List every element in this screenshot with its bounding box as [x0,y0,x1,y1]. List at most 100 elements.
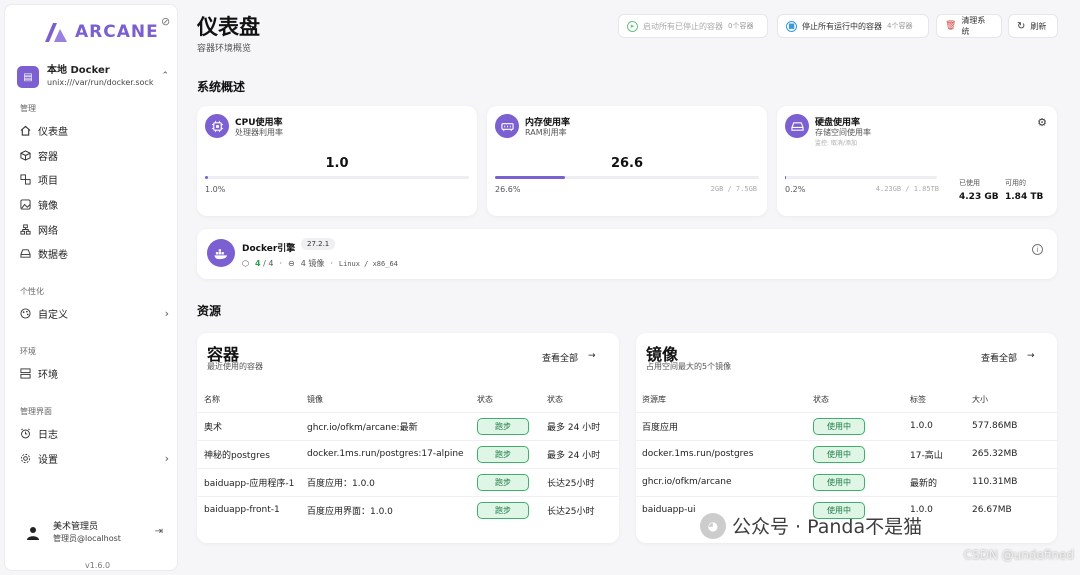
server-icon: ▤ [17,66,39,88]
server-icon [19,367,31,379]
disk-used: 已使用 4.23 GB [959,176,999,204]
disk-subtitle: 存储空间使用率 [815,128,871,137]
environment-switcher[interactable]: ▤ 本地 Docker unix:///var/run/docker.sock … [17,63,175,91]
sidebar-item-projects[interactable]: 项目 [15,169,175,189]
disk-available: 可用的 1.84 TB [1005,176,1043,204]
cpu-subtitle: 处理器利用率 [235,128,283,137]
play-icon: ▸ [627,20,638,32]
table-row[interactable]: baiduapp-应用程序-1 百度应用：1.0.0 跑步 长达25小时 [197,467,619,496]
stop-all-button[interactable]: ■ 停止所有运行中的容器 4个容器 [777,14,929,38]
sidebar-item-dashboard[interactable]: 仪表盘 [15,120,175,140]
sidebar-item-label: 镜像 [38,200,58,212]
container-image: docker.1ms.run/postgres:17-alpine [307,439,477,468]
box-icon [19,149,31,161]
memory-subtitle: RAM利用率 [525,128,567,137]
wechat-watermark: ◕ 公众号 · Panda不是猫 [700,512,922,539]
table-row[interactable]: 百度应用 使用中 1.0.0 577.86MB [636,411,1057,440]
gear-icon [19,452,31,464]
user-role: 管理员@localhost [53,534,121,543]
disk-available-label: 可用的 [1005,179,1026,187]
total-count: / 4 [263,259,274,268]
containers-view-all-link[interactable]: 查看全部 → [542,351,596,364]
image-repository: docker.1ms.run/postgres [636,439,813,468]
status-badge: 使用中 [813,473,865,491]
cpu-progress-fill [205,176,208,179]
sidebar-item-label: 网络 [38,225,58,237]
column-header: 资源库 [642,395,666,405]
container-uptime: 最多 24 小时 [547,439,619,468]
running-count: 4 [254,259,261,268]
table-row[interactable]: 神秘的postgres docker.1ms.run/postgres:17-a… [197,439,619,468]
sidebar-item-label: 环境 [38,369,58,381]
sidebar-item-label: 项目 [38,175,58,187]
image-size: 265.32MB [972,439,1057,468]
start-all-button[interactable]: ▸ 启动所有已停止的容器 0个容器 [618,14,768,38]
sidebar-item-label: 自定义 [38,309,68,321]
disk-progress [785,176,937,179]
sidebar-item-label: 设置 [38,454,58,466]
table-row[interactable]: docker.1ms.run/postgres 使用中 17-高山 265.32… [636,439,1057,468]
column-header: 镜像 [307,395,323,405]
column-header: 大小 [972,395,988,405]
csdn-watermark: CSDN @undefined [963,548,1074,562]
column-header: 状态 [547,395,563,405]
info-icon[interactable]: i [1032,244,1043,255]
image-count: 4 镜像 [300,259,325,268]
refresh-button[interactable]: ↻ 刷新 [1008,14,1058,38]
image-tag: 最新的 [910,467,972,496]
memory-detail: 2GB / 7.5GB [710,185,757,193]
palette-icon [19,307,31,319]
docker-icon [207,239,235,267]
engine-title: Docker引擎 [242,244,296,254]
status-badge: 跑步 [477,417,529,435]
column-header: 名称 [204,395,220,405]
images-view-all-link[interactable]: 查看全部 → [981,351,1035,364]
logout-icon[interactable]: ⇥ [155,526,163,537]
table-row[interactable]: baiduapp-front-1 百度应用界面：1.0.0 跑步 长达25小时 [197,495,619,524]
table-row[interactable]: 奥术 ghcr.io/ofkm/arcane:最新 跑步 最多 24 小时 [197,411,619,440]
image-icon [19,198,31,210]
sidebar-item-settings[interactable]: 设置 › [15,448,175,468]
sidebar-item-volumes[interactable]: 数据卷 [15,243,175,263]
page-title: 仪表盘 [197,15,260,39]
section-label-admin: 管理界面 [20,407,52,416]
engine-meta: ⬡ 4 / 4 · ⊖ 4 镜像 · Linux / x86_64 [242,259,398,268]
arcane-logo-icon [45,23,67,42]
page-subtitle: 容器环境概览 [197,44,252,54]
memory-value: 26.6 [610,156,644,171]
table-row[interactable]: ghcr.io/ofkm/arcane 使用中 最新的 110.31MB [636,467,1057,496]
prune-button[interactable]: 🗑 清理系统 [936,14,1002,38]
sidebar-item-networks[interactable]: 网络 [15,219,175,239]
logo-text: ARCANE [75,22,159,42]
status-badge: 跑步 [477,445,529,463]
containers-subtitle: 最近使用的容器 [207,362,263,371]
logo[interactable]: ARCANE [43,21,159,43]
container-image: 百度应用：1.0.0 [307,467,477,496]
cpu-card: CPU使用率 处理器利用率 1.0 1.0% [197,106,477,216]
sidebar-item-logs[interactable]: 日志 [15,423,175,443]
user-menu[interactable]: 美术管理员 管理员@localhost ⇥ [25,519,175,547]
container-image: ghcr.io/ofkm/arcane:最新 [307,411,477,440]
sidebar-item-label: 仪表盘 [38,126,68,138]
container-name: baiduapp-应用程序-1 [197,467,307,496]
chevron-right-icon: › [164,451,169,465]
sidebar-item-images[interactable]: 镜像 [15,194,175,214]
images-table: 资源库 状态 标签 大小 百度应用 使用中 1.0.0 577.86MB doc… [636,388,1057,524]
sidebar-item-containers[interactable]: 容器 [15,145,175,165]
memory-progress-fill [495,176,566,179]
sidebar-item-customize[interactable]: 自定义 › [15,303,175,323]
memory-card: 内存使用率 RAM利用率 26.6 26.6% 2GB / 7.5GB [487,106,767,216]
engine-version-badge: 27.2.1 [301,238,336,250]
chevron-right-icon: › [164,306,169,320]
hard-drive-icon [19,247,31,259]
environment-path: unix:///var/run/docker.sock [47,78,154,87]
status-badge: 跑步 [477,501,529,519]
status-badge: 使用中 [813,445,865,463]
pin-off-icon[interactable]: ⊘ [161,15,170,28]
disk-monitor-note: 监控: 取消/添加 [815,140,857,147]
disk-settings-icon[interactable]: ⚙ [1037,116,1047,129]
section-label-manage: 管理 [20,104,36,113]
sidebar-item-environments[interactable]: 环境 [15,363,175,383]
column-header: 状态 [477,395,493,405]
watermark-text: 公众号 · Panda不是猫 [732,516,923,538]
